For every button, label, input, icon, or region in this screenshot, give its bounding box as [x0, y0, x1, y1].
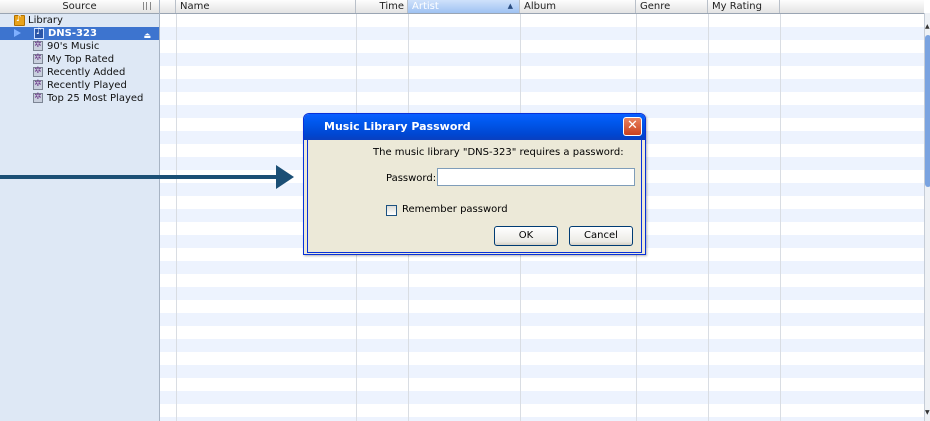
- column-header-name-label: Name: [180, 1, 210, 12]
- password-input[interactable]: [437, 168, 635, 186]
- password-dialog: Music Library Password ✕ The music libra…: [303, 113, 646, 255]
- column-header-row: Name Time Artist ▲ Album Genre My Rating: [160, 0, 924, 14]
- column-header-my-rating[interactable]: My Rating: [708, 0, 780, 13]
- dialog-body: The music library "DNS-323" requires a p…: [307, 140, 642, 253]
- sidebar-item-label: Recently Played: [47, 80, 127, 91]
- sidebar-item-label: My Top Rated: [47, 54, 115, 65]
- source-panel: Source Library DNS-323 ⏏ 90's Music My T…: [0, 0, 160, 421]
- smart-playlist-icon: [33, 39, 43, 52]
- sidebar-item-recently-played[interactable]: Recently Played: [0, 78, 159, 92]
- scroll-up-icon[interactable]: ▲: [925, 23, 930, 30]
- column-header-time-label: Time: [379, 1, 404, 12]
- close-icon: ✕: [627, 118, 638, 133]
- column-header-album-label: Album: [524, 1, 557, 12]
- library-icon: [14, 13, 25, 26]
- sidebar-item-top-25-most-played[interactable]: Top 25 Most Played: [0, 91, 159, 105]
- password-label: Password:: [386, 173, 437, 184]
- column-resize-grip-icon[interactable]: [143, 2, 151, 10]
- column-divider: [780, 14, 781, 421]
- column-header-genre-label: Genre: [640, 1, 671, 12]
- column-header-blank[interactable]: [160, 0, 176, 13]
- remember-password-label[interactable]: Remember password: [402, 204, 508, 215]
- sidebar-item-my-top-rated[interactable]: My Top Rated: [0, 52, 159, 66]
- column-header-name[interactable]: Name: [176, 0, 356, 13]
- smart-playlist-icon: [33, 52, 43, 65]
- column-divider: [176, 14, 177, 421]
- sidebar-item-label: Library: [28, 15, 63, 26]
- smart-playlist-icon: [33, 78, 43, 91]
- column-divider: [708, 14, 709, 421]
- scroll-down-icon[interactable]: ▼: [925, 409, 930, 416]
- smart-playlist-icon: [33, 65, 43, 78]
- dialog-title-bar[interactable]: Music Library Password ✕: [304, 114, 645, 140]
- scrollbar-thumb[interactable]: [925, 35, 930, 187]
- sidebar-item-label: DNS-323: [48, 28, 97, 39]
- smart-playlist-icon: [33, 91, 43, 104]
- column-header-my-rating-label: My Rating: [712, 1, 762, 12]
- sidebar-item-label: Top 25 Most Played: [47, 93, 144, 104]
- pointer-arrow-icon: [276, 165, 294, 189]
- sidebar-item-label: 90's Music: [47, 41, 100, 52]
- sidebar-item-90s-music[interactable]: 90's Music: [0, 39, 159, 53]
- source-header[interactable]: Source: [0, 0, 159, 14]
- sidebar-item-recently-added[interactable]: Recently Added: [0, 65, 159, 79]
- sidebar-item-library[interactable]: Library: [0, 13, 159, 27]
- source-header-label: Source: [62, 1, 97, 12]
- ok-button[interactable]: OK: [494, 226, 558, 246]
- sort-ascending-icon: ▲: [507, 2, 513, 10]
- sidebar-item-dns-323[interactable]: DNS-323 ⏏: [0, 26, 159, 40]
- sidebar-item-label: Recently Added: [47, 67, 126, 78]
- checkbox-icon[interactable]: [386, 205, 397, 216]
- shared-library-icon: [34, 26, 44, 39]
- column-header-genre[interactable]: Genre: [636, 0, 708, 13]
- pointer-arrow-line: [0, 175, 282, 179]
- column-header-empty: [780, 0, 924, 13]
- column-header-artist-label: Artist: [412, 1, 439, 12]
- close-button[interactable]: ✕: [623, 117, 642, 136]
- disclosure-arrow-icon[interactable]: [14, 29, 21, 37]
- column-header-album[interactable]: Album: [520, 0, 636, 13]
- column-header-time[interactable]: Time: [356, 0, 408, 13]
- vertical-scrollbar[interactable]: ▲ ▼: [924, 13, 930, 421]
- dialog-message: The music library "DNS-323" requires a p…: [373, 147, 624, 158]
- cancel-button[interactable]: Cancel: [569, 226, 633, 246]
- column-header-artist[interactable]: Artist ▲: [408, 0, 520, 13]
- dialog-title: Music Library Password: [324, 120, 471, 133]
